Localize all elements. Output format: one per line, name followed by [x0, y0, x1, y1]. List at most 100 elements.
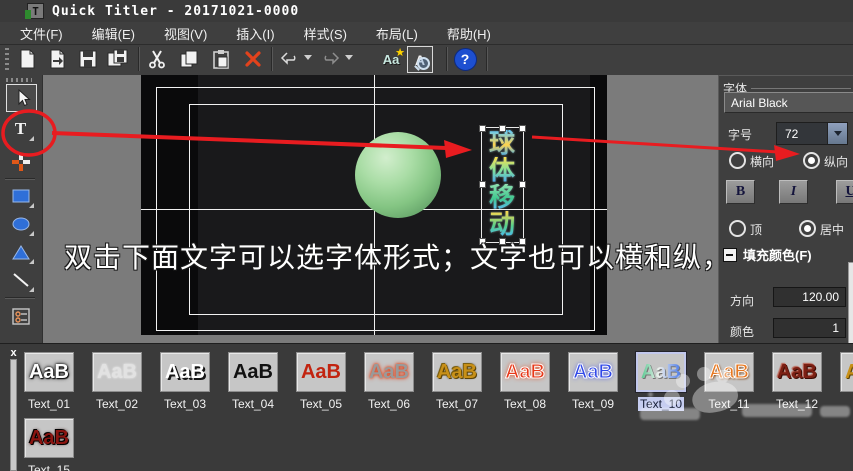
selection-handle[interactable]	[519, 181, 526, 188]
tool-separator	[5, 297, 35, 299]
style-thumb-text10-selected[interactable]: AaB	[636, 352, 686, 392]
menu-layout[interactable]: 布局(L)	[374, 22, 420, 45]
vertical-title-text: 球 体 移 动	[485, 130, 519, 238]
menu-bar: 文件(F) 编辑(E) 视图(V) 插入(I) 样式(S) 布局(L) 帮助(H…	[0, 22, 853, 45]
paste-button[interactable]	[209, 47, 233, 71]
style-thumb-text02[interactable]: AaB	[92, 352, 142, 392]
selection-handle[interactable]	[499, 125, 506, 132]
save-icon	[79, 50, 97, 68]
green-sphere	[355, 132, 441, 218]
orient-vertical-radio[interactable]	[803, 152, 820, 169]
italic-button[interactable]: I	[779, 180, 808, 204]
selection-handle[interactable]	[479, 125, 486, 132]
font-family-select[interactable]: Arial Black	[724, 92, 853, 113]
new-button[interactable]	[15, 47, 39, 71]
redo-button[interactable]	[318, 47, 342, 71]
flyout-triangle	[29, 259, 34, 264]
style-thumb-text09[interactable]: AaB	[568, 352, 618, 392]
toolbar-separator	[138, 47, 140, 71]
cross-icon	[11, 153, 30, 171]
menu-help[interactable]: 帮助(H)	[445, 22, 493, 45]
tool-palette: T	[0, 75, 43, 343]
help-icon: ?	[453, 47, 477, 71]
align-top-radio[interactable]	[729, 220, 746, 237]
undo-button[interactable]	[278, 47, 302, 71]
flyout-triangle	[29, 203, 34, 208]
style-thumb-text03[interactable]: AaB	[160, 352, 210, 392]
orient-horizontal-radio[interactable]	[729, 152, 746, 169]
window-title: Quick Titler - 20171021-0000	[52, 3, 300, 19]
menu-file[interactable]: 文件(F)	[18, 22, 65, 45]
delete-button[interactable]	[241, 47, 265, 71]
align-center-radio[interactable]	[799, 220, 816, 237]
line-tool[interactable]	[6, 267, 35, 293]
gallery-scrollbar[interactable]	[10, 359, 17, 471]
undo-icon	[280, 52, 296, 65]
style-label: Text_12	[775, 397, 819, 411]
menu-view[interactable]: 视图(V)	[162, 22, 209, 45]
style-label: Text_06	[367, 397, 411, 411]
register-cross-tool[interactable]	[6, 149, 35, 175]
title-canvas[interactable]: 球 体 移 动	[141, 75, 607, 335]
text-tool[interactable]: T	[6, 116, 35, 142]
style-label: Text_04	[231, 397, 275, 411]
bold-button[interactable]: B	[726, 180, 755, 204]
toolbar-separator	[446, 47, 448, 71]
ellipse-tool[interactable]	[6, 211, 35, 237]
font-size-label: 字号	[728, 128, 753, 142]
flyout-triangle	[29, 136, 34, 141]
zoom-tool-button[interactable]: A	[407, 46, 433, 73]
style-thumb-text04[interactable]: AaB	[228, 352, 278, 392]
color-label: 颜色	[730, 325, 755, 339]
open-button[interactable]	[45, 47, 69, 71]
style-label: Text_01	[27, 397, 71, 411]
style-thumb-text01[interactable]: AaB	[24, 352, 74, 392]
ellipse-icon	[12, 217, 29, 231]
style-label: Text_11	[708, 397, 750, 411]
menu-style[interactable]: 样式(S)	[302, 22, 349, 45]
save-as-button[interactable]	[106, 47, 130, 71]
fill-color-section-header[interactable]: 填充颜色(F)	[723, 245, 812, 264]
toolbar-grip[interactable]	[5, 48, 9, 70]
canvas-workspace: 球 体 移 动	[42, 75, 718, 343]
style-label: Text_07	[435, 397, 479, 411]
text-object-selection[interactable]: 球 体 移 动	[479, 125, 526, 245]
panel-scrollbar[interactable]	[848, 262, 853, 344]
style-thumb-partial[interactable]: AaB	[840, 352, 853, 392]
text-properties-panel: 字体 Arial Black 字号 72 横向 纵向 B I U 顶 居中 填充…	[718, 75, 853, 344]
style-thumb-text05[interactable]: AaB	[296, 352, 346, 392]
properties-panel-tool[interactable]	[6, 303, 35, 329]
selection-handle[interactable]	[479, 181, 486, 188]
redo-dropdown-caret[interactable]	[345, 55, 353, 60]
rectangle-tool[interactable]	[6, 183, 35, 209]
direction-input[interactable]: 120.00	[773, 287, 846, 307]
style-gallery-button[interactable]: Aa ★	[379, 47, 405, 71]
magnifier-icon	[417, 57, 430, 70]
style-thumb-text06[interactable]: AaB	[364, 352, 414, 392]
help-button[interactable]: ?	[453, 47, 477, 71]
font-size-combo[interactable]: 72	[776, 122, 848, 145]
menu-edit[interactable]: 编辑(E)	[90, 22, 137, 45]
selection-handle[interactable]	[519, 125, 526, 132]
tool-palette-grip[interactable]	[6, 78, 32, 82]
delete-x-icon	[245, 51, 261, 67]
cut-button[interactable]	[145, 47, 169, 71]
copy-button[interactable]	[177, 47, 201, 71]
flyout-triangle	[29, 287, 34, 292]
underline-button[interactable]: U	[836, 180, 853, 204]
new-document-icon	[20, 49, 35, 69]
triangle-tool[interactable]	[6, 239, 35, 265]
style-thumb-text15[interactable]: AaB	[24, 418, 74, 458]
style-thumb-text07[interactable]: AaB	[432, 352, 482, 392]
gallery-close-button[interactable]: x	[7, 347, 20, 359]
combo-dropdown-icon[interactable]	[827, 123, 847, 144]
style-thumb-text08[interactable]: AaB	[500, 352, 550, 392]
style-thumb-text12[interactable]: AaB	[772, 352, 822, 392]
color-count-input[interactable]: 1	[773, 318, 846, 338]
menu-insert[interactable]: 插入(I)	[234, 22, 276, 45]
select-tool[interactable]	[6, 84, 37, 112]
save-button[interactable]	[76, 47, 100, 71]
tutorial-annotation-text: 双击下面文字可以选字体形式；文字也可以横和纵，	[64, 243, 732, 274]
style-thumb-text11[interactable]: AaB	[704, 352, 754, 392]
undo-dropdown-caret[interactable]	[304, 55, 312, 60]
